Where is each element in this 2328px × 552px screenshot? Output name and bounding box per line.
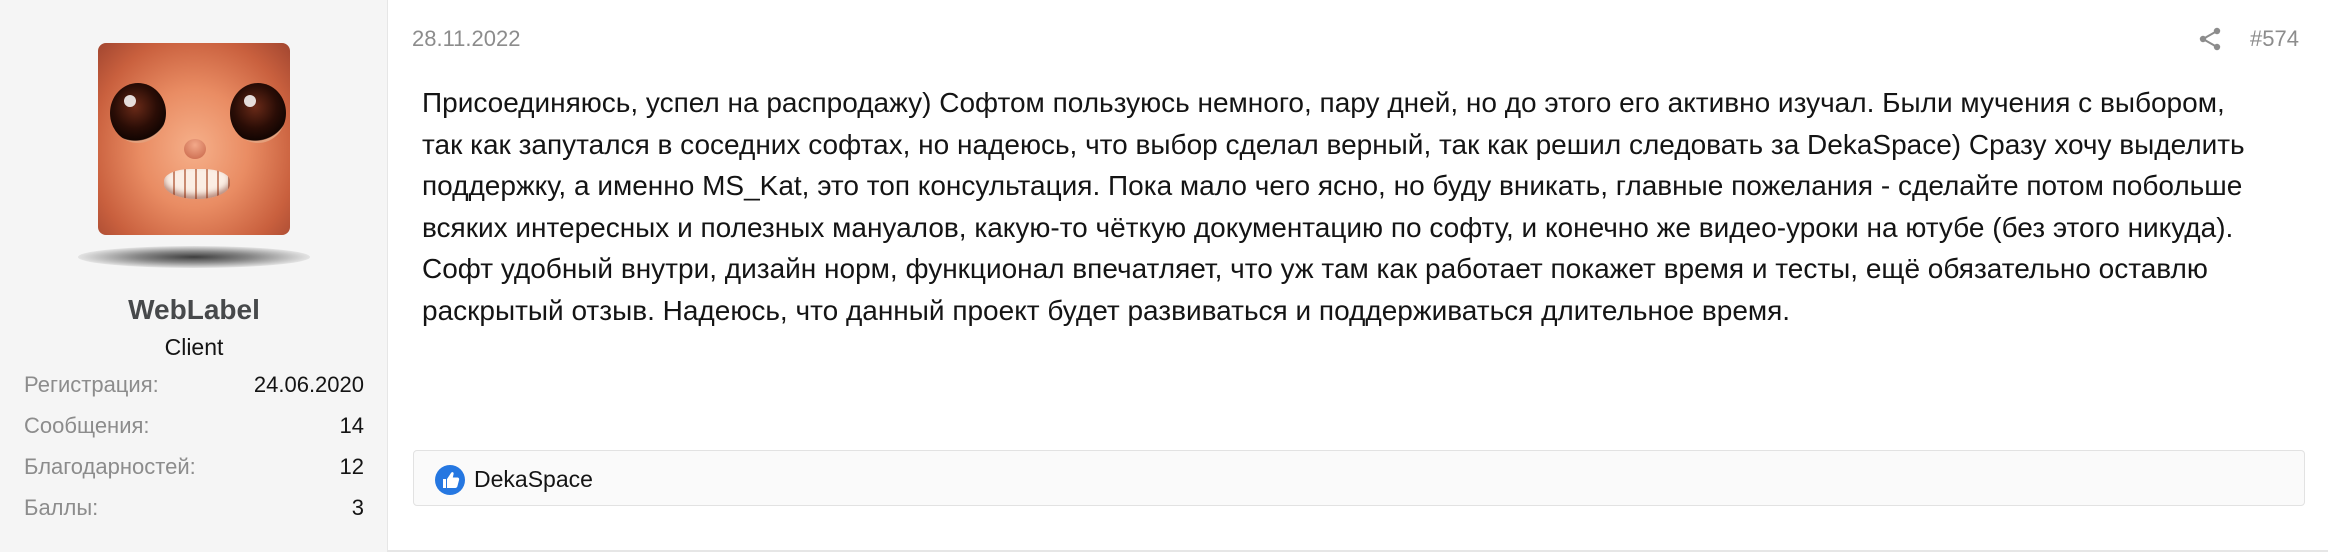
like-icon	[435, 465, 465, 495]
user-title: Client	[164, 334, 224, 360]
user-sidebar: WebLabel Client Регистрация: 24.06.2020 …	[0, 0, 388, 552]
reaction-user-link[interactable]: DekaSpace	[474, 466, 593, 493]
share-icon[interactable]	[2197, 26, 2223, 52]
stat-row-thanks: Благодарностей: 12	[24, 452, 364, 493]
post-number[interactable]: #574	[2250, 26, 2299, 52]
stat-row-messages: Сообщения: 14	[24, 411, 364, 452]
stat-row-registration: Регистрация: 24.06.2020	[24, 370, 364, 411]
post-date[interactable]: 28.11.2022	[412, 26, 520, 52]
stat-label: Благодарностей:	[24, 454, 196, 479]
reactions-bar[interactable]: DekaSpace	[413, 450, 2305, 506]
avatar-shadow	[78, 246, 310, 268]
stat-row-points: Баллы: 3	[24, 493, 364, 534]
stat-label: Регистрация:	[24, 372, 159, 397]
post-body: Присоединяюсь, успел на распродажу) Софт…	[422, 87, 2245, 326]
avatar[interactable]	[98, 43, 290, 235]
stat-value: 3	[351, 495, 364, 520]
stat-value: 24.06.2020	[253, 372, 364, 397]
user-stats: Регистрация: 24.06.2020 Сообщения: 14 Бл…	[24, 370, 364, 534]
stat-value[interactable]: 14	[340, 411, 364, 452]
stat-label: Баллы:	[24, 495, 99, 520]
stat-label: Сообщения:	[24, 413, 150, 438]
username[interactable]: WebLabel	[0, 294, 388, 326]
stat-value: 12	[339, 454, 364, 479]
